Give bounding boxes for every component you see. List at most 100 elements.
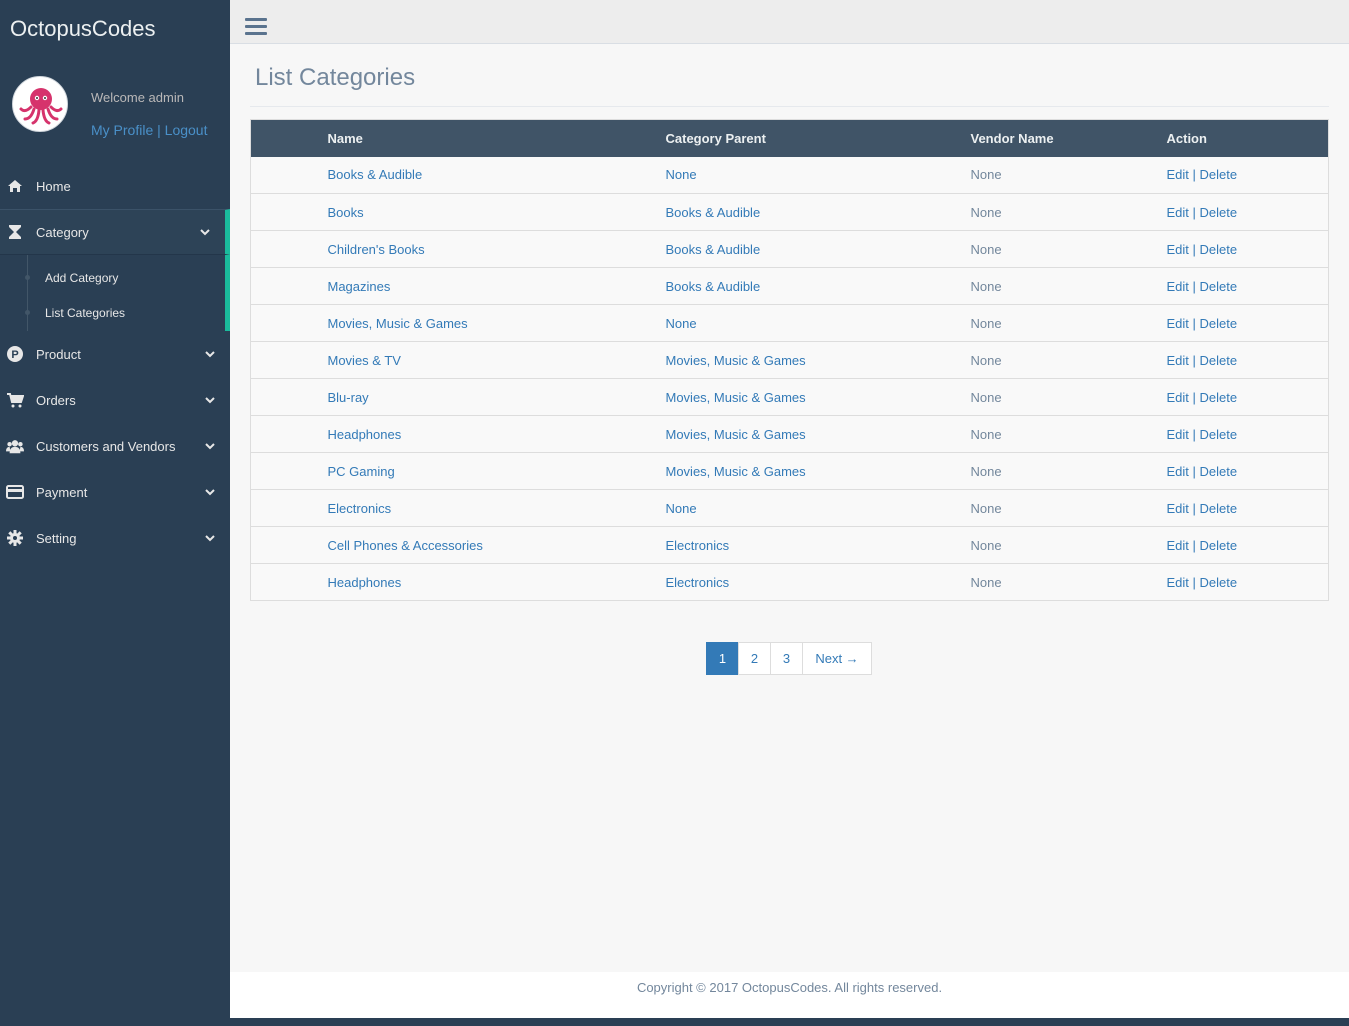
table-row: Headphones Movies, Music & Games None Edit … — [250, 415, 1329, 453]
category-parent-link[interactable]: None — [666, 316, 697, 331]
page-3-button[interactable]: 3 — [770, 642, 803, 675]
delete-link[interactable]: Delete — [1200, 279, 1238, 294]
chevron-down-icon — [205, 489, 215, 496]
row-actions: Edit | Delete — [1167, 416, 1329, 453]
action-separator: | — [1188, 204, 1200, 220]
edit-link[interactable]: Edit — [1167, 538, 1189, 553]
category-name-link[interactable]: Magazines — [328, 279, 391, 294]
edit-link[interactable]: Edit — [1167, 501, 1189, 516]
category-parent-link[interactable]: Electronics — [666, 575, 730, 590]
sidebar-item-customers-vendors[interactable]: Customers and Vendors — [0, 423, 230, 469]
category-parent-link[interactable]: Movies, Music & Games — [666, 390, 806, 405]
page-2-button[interactable]: 2 — [738, 642, 771, 675]
category-parent-link[interactable]: Books & Audible — [666, 205, 761, 220]
sidebar-item-home[interactable]: Home — [0, 163, 230, 209]
next-page-button[interactable]: Next → — [802, 642, 872, 675]
pagination: 1 2 3 Next → — [706, 642, 872, 675]
chevron-down-icon — [205, 443, 215, 450]
edit-link[interactable]: Edit — [1167, 242, 1189, 257]
action-separator: | — [1188, 278, 1200, 294]
logout-link[interactable]: Logout — [165, 122, 208, 138]
row-spacer — [251, 490, 328, 527]
row-actions: Edit | Delete — [1167, 342, 1329, 379]
page-1-button[interactable]: 1 — [706, 642, 739, 675]
table-row: Cell Phones & Accessories Electronics None… — [250, 526, 1329, 564]
category-name-link[interactable]: Movies & TV — [328, 353, 401, 368]
delete-link[interactable]: Delete — [1200, 427, 1238, 442]
delete-link[interactable]: Delete — [1200, 167, 1238, 182]
row-spacer — [251, 342, 328, 379]
category-name-link[interactable]: Books & Audible — [328, 167, 423, 182]
row-actions: Edit | Delete — [1167, 268, 1329, 305]
category-parent-link[interactable]: Movies, Music & Games — [666, 353, 806, 368]
row-spacer — [251, 194, 328, 231]
chevron-down-icon — [205, 351, 215, 358]
welcome-text: Welcome admin — [91, 90, 184, 105]
edit-link[interactable]: Edit — [1167, 575, 1189, 590]
delete-link[interactable]: Delete — [1200, 353, 1238, 368]
edit-link[interactable]: Edit — [1167, 353, 1189, 368]
submenu-item-list-categories[interactable]: List Categories — [25, 306, 125, 320]
category-parent-link[interactable]: Movies, Music & Games — [666, 427, 806, 442]
brand-title[interactable]: OctopusCodes — [10, 16, 156, 42]
table-row: PC Gaming Movies, Music & Games None Edit |… — [250, 452, 1329, 490]
category-name-link[interactable]: Books — [328, 205, 364, 220]
table-header-row: Name Category Parent Vendor Name Action — [250, 119, 1329, 157]
sidebar-item-label: Product — [36, 346, 81, 362]
category-parent-link[interactable]: Books & Audible — [666, 279, 761, 294]
category-name-link[interactable]: Electronics — [328, 501, 392, 516]
edit-link[interactable]: Edit — [1167, 167, 1189, 182]
category-name-link[interactable]: Headphones — [328, 575, 402, 590]
delete-link[interactable]: Delete — [1200, 390, 1238, 405]
action-separator: | — [1188, 463, 1200, 479]
category-name-link[interactable]: Blu-ray — [328, 390, 369, 405]
edit-link[interactable]: Edit — [1167, 390, 1189, 405]
sidebar-item-product[interactable]: P Product — [0, 331, 230, 377]
category-parent-link[interactable]: Movies, Music & Games — [666, 464, 806, 479]
action-separator: | — [1188, 537, 1200, 553]
row-actions: Edit | Delete — [1167, 379, 1329, 416]
row-spacer — [251, 379, 328, 416]
delete-link[interactable]: Delete — [1200, 205, 1238, 220]
delete-link[interactable]: Delete — [1200, 316, 1238, 331]
sidebar: OctopusCodes Welcome admin My Profile | … — [0, 0, 230, 1026]
delete-link[interactable]: Delete — [1200, 538, 1238, 553]
category-name-link[interactable]: Cell Phones & Accessories — [328, 538, 483, 553]
header-spacer — [251, 120, 328, 157]
edit-link[interactable]: Edit — [1167, 427, 1189, 442]
category-name-link[interactable]: Headphones — [328, 427, 402, 442]
delete-link[interactable]: Delete — [1200, 575, 1238, 590]
edit-link[interactable]: Edit — [1167, 279, 1189, 294]
category-parent-link[interactable]: Books & Audible — [666, 242, 761, 257]
edit-link[interactable]: Edit — [1167, 205, 1189, 220]
my-profile-link[interactable]: My Profile — [91, 122, 153, 138]
sidebar-item-payment[interactable]: Payment — [0, 469, 230, 515]
delete-link[interactable]: Delete — [1200, 242, 1238, 257]
edit-link[interactable]: Edit — [1167, 316, 1189, 331]
table-row: Books Books & Audible None Edit | Delete — [250, 193, 1329, 231]
category-name-link[interactable]: Movies, Music & Games — [328, 316, 468, 331]
category-name-link[interactable]: Children's Books — [328, 242, 425, 257]
header-action: Action — [1166, 130, 1207, 146]
row-spacer — [251, 453, 328, 490]
category-name-link[interactable]: PC Gaming — [328, 464, 395, 479]
category-parent-link[interactable]: None — [666, 167, 697, 182]
vendor-name: None — [970, 315, 1002, 331]
sidebar-item-setting[interactable]: Setting — [0, 515, 230, 561]
vendor-name: None — [970, 537, 1002, 553]
vendor-name: None — [970, 389, 1002, 405]
category-parent-link[interactable]: Electronics — [666, 538, 730, 553]
delete-link[interactable]: Delete — [1200, 501, 1238, 516]
category-parent-link[interactable]: None — [666, 501, 697, 516]
sidebar-item-category[interactable]: Category — [0, 209, 230, 255]
submenu-item-add-category[interactable]: Add Category — [25, 271, 118, 285]
row-actions: Edit | Delete — [1167, 231, 1329, 268]
menu-toggle-icon[interactable] — [245, 18, 267, 36]
main-content: List Categories Name Category Parent Ven… — [230, 44, 1349, 972]
edit-link[interactable]: Edit — [1167, 464, 1189, 479]
sidebar-item-orders[interactable]: Orders — [0, 377, 230, 423]
top-nav — [230, 0, 1349, 44]
submenu-line — [27, 255, 28, 331]
delete-link[interactable]: Delete — [1200, 464, 1238, 479]
profile-link-separator: | — [153, 122, 165, 138]
